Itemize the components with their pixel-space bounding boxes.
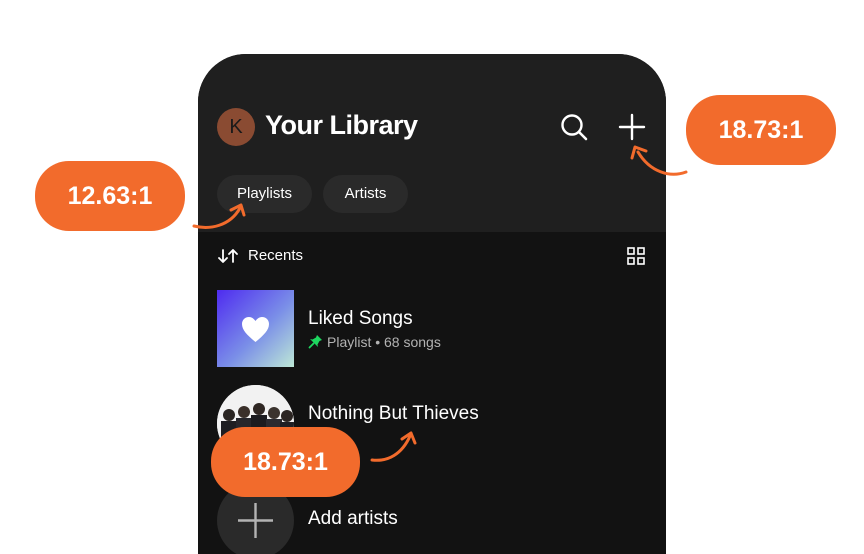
pin-icon [308,335,322,349]
list-item-title: Liked Songs [308,308,413,329]
grid-view-icon[interactable] [627,247,645,265]
list-item-liked-songs[interactable]: Liked Songs Playlist • 68 songs [217,290,647,368]
heart-icon [242,317,269,342]
contrast-ratio-badge: 12.63:1 [35,161,185,231]
annotation-arrow [370,431,417,462]
list-item-title: Nothing But Thieves [308,403,479,424]
filter-chip-artists[interactable]: Artists [323,175,408,213]
search-button[interactable] [557,110,591,144]
contrast-ratio-badge: 18.73:1 [686,95,836,165]
annotation-arrow [192,203,246,229]
avatar[interactable]: K [217,108,255,146]
annotation-arrow [630,145,688,176]
liked-songs-cover [217,290,294,367]
page-title: Your Library [265,110,418,140]
create-button[interactable] [615,110,649,144]
library-header: K Your Library Playlists Artists [198,54,666,232]
list-item-title: Add artists [308,508,398,529]
sort-label: Recents [248,247,304,264]
list-item-subtitle: Playlist • 68 songs [308,334,441,350]
plus-icon [618,113,646,141]
list-item-meta: Playlist • 68 songs [327,334,441,350]
contrast-ratio-badge: 18.73:1 [211,427,360,497]
search-icon [561,114,588,141]
sort-arrows-icon [218,249,238,263]
